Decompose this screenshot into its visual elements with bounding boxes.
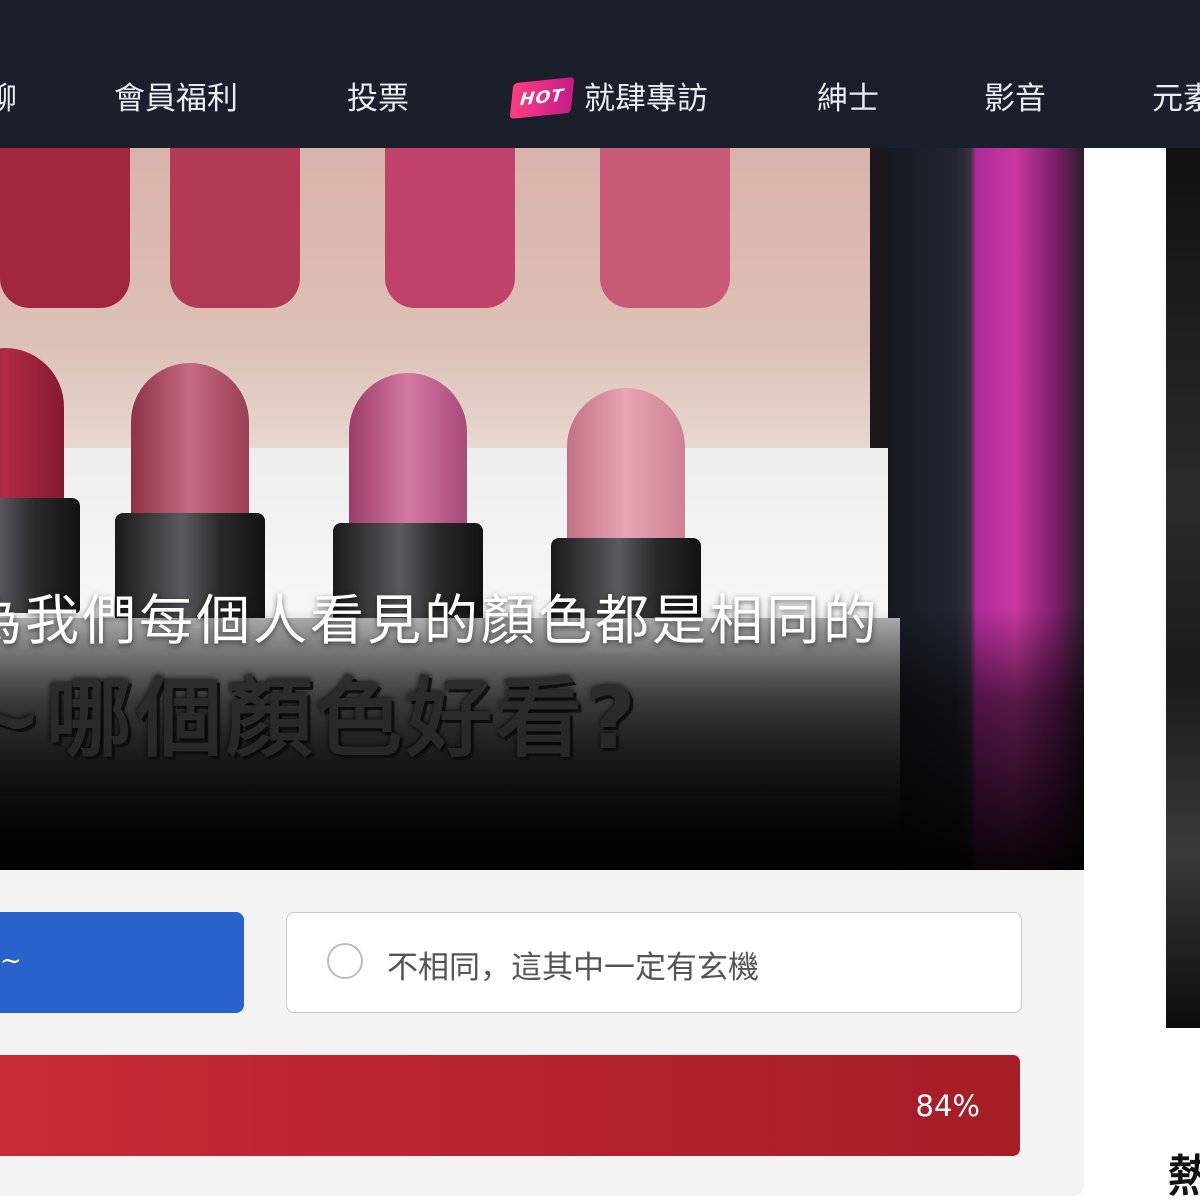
nav-item-gentleman[interactable]: 紳士 bbox=[817, 78, 879, 120]
image-caption: ~哪個顏色好看? bbox=[0, 669, 640, 769]
top-nav-bar: 聊 會員福利 投票 HOT 就肆專訪 紳士 影音 元素 bbox=[0, 0, 1200, 148]
poll-option-different[interactable]: 不相同，這其中一定有玄機 bbox=[286, 912, 1022, 1013]
poll-result-bar: 84% bbox=[0, 1055, 1020, 1156]
poll-option-selected[interactable]: ~ bbox=[0, 912, 244, 1013]
nav-item-elements[interactable]: 元素 bbox=[1152, 78, 1200, 120]
lipstick-1 bbox=[0, 348, 80, 618]
poll-option-different-label: 不相同，這其中一定有玄機 bbox=[387, 950, 759, 986]
hot-badge-label: HOT bbox=[518, 85, 566, 111]
poll-result-percent: 84% bbox=[915, 1089, 980, 1123]
radio-button-icon[interactable] bbox=[327, 943, 363, 979]
nav-item-member-benefits[interactable]: 會員福利 bbox=[114, 78, 238, 120]
nav-item-video[interactable]: 影音 bbox=[984, 78, 1046, 120]
poll-question-title: 為我們每個人看見的顏色都是相同的 bbox=[0, 589, 880, 652]
nav-item-chat[interactable]: 聊 bbox=[0, 78, 17, 120]
nav-item-vote[interactable]: 投票 bbox=[347, 78, 409, 120]
poll-option-selected-label: ~ bbox=[0, 946, 22, 976]
hot-badge: HOT bbox=[509, 76, 575, 120]
sidebar-heading: 熱 bbox=[1168, 1151, 1200, 1202]
nav-item-interview[interactable]: 就肆專訪 bbox=[584, 78, 708, 120]
sidebar-image[interactable] bbox=[1166, 148, 1200, 1028]
